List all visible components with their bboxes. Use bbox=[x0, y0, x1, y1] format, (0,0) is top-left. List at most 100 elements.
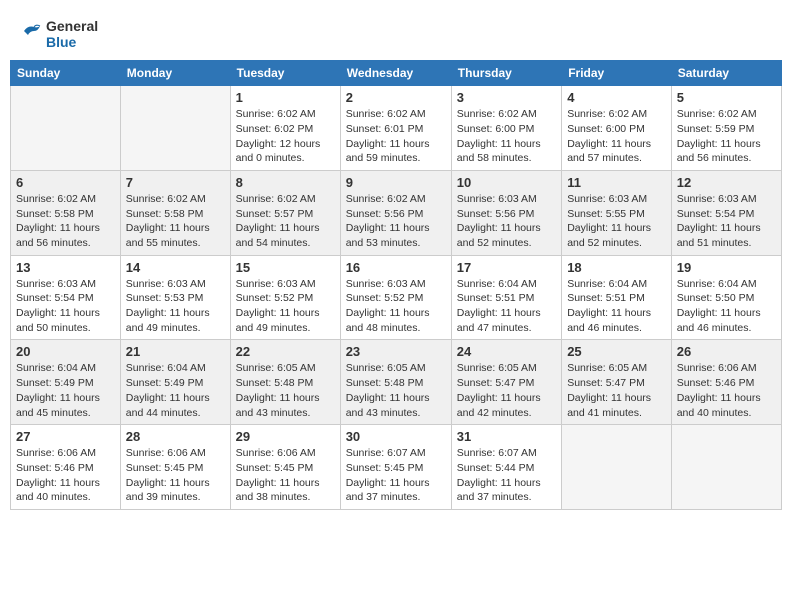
calendar-cell: 31 Sunrise: 6:07 AMSunset: 5:44 PMDayligh… bbox=[451, 425, 561, 510]
logo-container: General Blue bbox=[20, 18, 98, 50]
day-detail: Sunrise: 6:07 AMSunset: 5:44 PMDaylight:… bbox=[457, 446, 556, 505]
calendar-cell: 20Sunrise: 6:04 AMSunset: 5:49 PMDayligh… bbox=[11, 340, 121, 425]
day-detail: Sunrise: 6:03 AMSunset: 5:54 PMDaylight:… bbox=[677, 192, 776, 251]
day-number: 14 bbox=[126, 260, 225, 275]
day-number: 30 bbox=[346, 429, 446, 444]
day-detail: Sunrise: 6:02 AMSunset: 6:00 PMDaylight:… bbox=[567, 107, 666, 166]
calendar-cell: 7Sunrise: 6:02 AMSunset: 5:58 PMDaylight… bbox=[120, 170, 230, 255]
calendar-cell: 28 Sunrise: 6:06 AMSunset: 5:45 PMDayligh… bbox=[120, 425, 230, 510]
calendar-cell: 11 Sunrise: 6:03 AMSunset: 5:55 PMDayligh… bbox=[562, 170, 672, 255]
weekday-header-monday: Monday bbox=[120, 61, 230, 86]
weekday-header-thursday: Thursday bbox=[451, 61, 561, 86]
calendar-cell bbox=[562, 425, 672, 510]
calendar-cell: 18 Sunrise: 6:04 AMSunset: 5:51 PMDayligh… bbox=[562, 255, 672, 340]
day-number: 13 bbox=[16, 260, 115, 275]
day-number: 29 bbox=[236, 429, 335, 444]
calendar-cell: 23Sunrise: 6:05 AMSunset: 5:48 PMDayligh… bbox=[340, 340, 451, 425]
day-number: 15 bbox=[236, 260, 335, 275]
logo-general: General bbox=[46, 18, 98, 34]
day-detail: Sunrise: 6:04 AMSunset: 5:51 PMDaylight:… bbox=[457, 277, 556, 336]
day-detail: Sunrise: 6:04 AMSunset: 5:51 PMDaylight:… bbox=[567, 277, 666, 336]
day-detail: Sunrise: 6:03 AMSunset: 5:52 PMDaylight:… bbox=[346, 277, 446, 336]
calendar-cell: 12 Sunrise: 6:03 AMSunset: 5:54 PMDayligh… bbox=[671, 170, 781, 255]
day-detail: Sunrise: 6:04 AMSunset: 5:50 PMDaylight:… bbox=[677, 277, 776, 336]
day-number: 10 bbox=[457, 175, 556, 190]
calendar-cell bbox=[120, 86, 230, 171]
day-detail: Sunrise: 6:02 AMSunset: 6:01 PMDaylight:… bbox=[346, 107, 446, 166]
calendar-week-row: 6 Sunrise: 6:02 AMSunset: 5:58 PMDaylight… bbox=[11, 170, 782, 255]
calendar-week-row: 13 Sunrise: 6:03 AMSunset: 5:54 PMDayligh… bbox=[11, 255, 782, 340]
weekday-header-sunday: Sunday bbox=[11, 61, 121, 86]
day-number: 5 bbox=[677, 90, 776, 105]
day-number: 19 bbox=[677, 260, 776, 275]
calendar-cell: 29Sunrise: 6:06 AMSunset: 5:45 PMDayligh… bbox=[230, 425, 340, 510]
day-detail: Sunrise: 6:03 AMSunset: 5:53 PMDaylight:… bbox=[126, 277, 225, 336]
calendar-cell: 14 Sunrise: 6:03 AMSunset: 5:53 PMDayligh… bbox=[120, 255, 230, 340]
day-detail: Sunrise: 6:05 AMSunset: 5:48 PMDaylight:… bbox=[236, 361, 335, 420]
day-detail: Sunrise: 6:02 AMSunset: 6:02 PMDaylight:… bbox=[236, 107, 335, 166]
calendar-cell bbox=[671, 425, 781, 510]
calendar-cell: 19 Sunrise: 6:04 AMSunset: 5:50 PMDayligh… bbox=[671, 255, 781, 340]
calendar-cell bbox=[11, 86, 121, 171]
day-detail: Sunrise: 6:02 AMSunset: 5:57 PMDaylight:… bbox=[236, 192, 335, 251]
calendar-week-row: 27Sunrise: 6:06 AMSunset: 5:46 PMDayligh… bbox=[11, 425, 782, 510]
calendar-week-row: 1Sunrise: 6:02 AMSunset: 6:02 PMDaylight… bbox=[11, 86, 782, 171]
calendar-cell: 22 Sunrise: 6:05 AMSunset: 5:48 PMDayligh… bbox=[230, 340, 340, 425]
calendar-cell: 16 Sunrise: 6:03 AMSunset: 5:52 PMDayligh… bbox=[340, 255, 451, 340]
calendar-cell: 10 Sunrise: 6:03 AMSunset: 5:56 PMDayligh… bbox=[451, 170, 561, 255]
logo-blue: Blue bbox=[46, 34, 98, 50]
day-detail: Sunrise: 6:06 AMSunset: 5:45 PMDaylight:… bbox=[126, 446, 225, 505]
day-number: 11 bbox=[567, 175, 666, 190]
day-detail: Sunrise: 6:05 AMSunset: 5:47 PMDaylight:… bbox=[567, 361, 666, 420]
day-number: 31 bbox=[457, 429, 556, 444]
day-number: 28 bbox=[126, 429, 225, 444]
calendar-cell: 21Sunrise: 6:04 AMSunset: 5:49 PMDayligh… bbox=[120, 340, 230, 425]
calendar-cell: 5 Sunrise: 6:02 AMSunset: 5:59 PMDaylight… bbox=[671, 86, 781, 171]
calendar-cell: 9 Sunrise: 6:02 AMSunset: 5:56 PMDaylight… bbox=[340, 170, 451, 255]
day-number: 25 bbox=[567, 344, 666, 359]
weekday-header-friday: Friday bbox=[562, 61, 672, 86]
calendar-cell: 4 Sunrise: 6:02 AMSunset: 6:00 PMDaylight… bbox=[562, 86, 672, 171]
logo-bird-icon bbox=[20, 21, 42, 48]
day-detail: Sunrise: 6:06 AMSunset: 5:46 PMDaylight:… bbox=[677, 361, 776, 420]
day-number: 8 bbox=[236, 175, 335, 190]
calendar-cell: 8 Sunrise: 6:02 AMSunset: 5:57 PMDaylight… bbox=[230, 170, 340, 255]
weekday-header-saturday: Saturday bbox=[671, 61, 781, 86]
day-detail: Sunrise: 6:02 AMSunset: 6:00 PMDaylight:… bbox=[457, 107, 556, 166]
day-number: 17 bbox=[457, 260, 556, 275]
day-detail: Sunrise: 6:03 AMSunset: 5:55 PMDaylight:… bbox=[567, 192, 666, 251]
weekday-header-tuesday: Tuesday bbox=[230, 61, 340, 86]
day-number: 9 bbox=[346, 175, 446, 190]
calendar-cell: 2Sunrise: 6:02 AMSunset: 6:01 PMDaylight… bbox=[340, 86, 451, 171]
day-number: 3 bbox=[457, 90, 556, 105]
page-header: General Blue bbox=[10, 10, 782, 54]
day-number: 4 bbox=[567, 90, 666, 105]
day-detail: Sunrise: 6:03 AMSunset: 5:54 PMDaylight:… bbox=[16, 277, 115, 336]
day-number: 16 bbox=[346, 260, 446, 275]
day-detail: Sunrise: 6:03 AMSunset: 5:52 PMDaylight:… bbox=[236, 277, 335, 336]
weekday-header-wednesday: Wednesday bbox=[340, 61, 451, 86]
calendar-header-row: SundayMondayTuesdayWednesdayThursdayFrid… bbox=[11, 61, 782, 86]
day-detail: Sunrise: 6:04 AMSunset: 5:49 PMDaylight:… bbox=[126, 361, 225, 420]
day-detail: Sunrise: 6:03 AMSunset: 5:56 PMDaylight:… bbox=[457, 192, 556, 251]
day-number: 6 bbox=[16, 175, 115, 190]
day-detail: Sunrise: 6:02 AMSunset: 5:58 PMDaylight:… bbox=[126, 192, 225, 251]
calendar-cell: 15 Sunrise: 6:03 AMSunset: 5:52 PMDayligh… bbox=[230, 255, 340, 340]
day-detail: Sunrise: 6:02 AMSunset: 5:56 PMDaylight:… bbox=[346, 192, 446, 251]
logo: General Blue bbox=[20, 18, 98, 50]
calendar-cell: 13 Sunrise: 6:03 AMSunset: 5:54 PMDayligh… bbox=[11, 255, 121, 340]
day-number: 12 bbox=[677, 175, 776, 190]
day-number: 18 bbox=[567, 260, 666, 275]
day-number: 22 bbox=[236, 344, 335, 359]
day-detail: Sunrise: 6:02 AMSunset: 5:58 PMDaylight:… bbox=[16, 192, 115, 251]
day-detail: Sunrise: 6:07 AMSunset: 5:45 PMDaylight:… bbox=[346, 446, 446, 505]
day-number: 23 bbox=[346, 344, 446, 359]
calendar-cell: 17 Sunrise: 6:04 AMSunset: 5:51 PMDayligh… bbox=[451, 255, 561, 340]
calendar-cell: 25 Sunrise: 6:05 AMSunset: 5:47 PMDayligh… bbox=[562, 340, 672, 425]
day-detail: Sunrise: 6:06 AMSunset: 5:46 PMDaylight:… bbox=[16, 446, 115, 505]
day-number: 20 bbox=[16, 344, 115, 359]
day-detail: Sunrise: 6:02 AMSunset: 5:59 PMDaylight:… bbox=[677, 107, 776, 166]
calendar-cell: 26Sunrise: 6:06 AMSunset: 5:46 PMDayligh… bbox=[671, 340, 781, 425]
logo-text: General Blue bbox=[46, 18, 98, 50]
calendar-week-row: 20 Sunrise: 6:04 AMSunset: 5:49 PMDayligh… bbox=[11, 340, 782, 425]
